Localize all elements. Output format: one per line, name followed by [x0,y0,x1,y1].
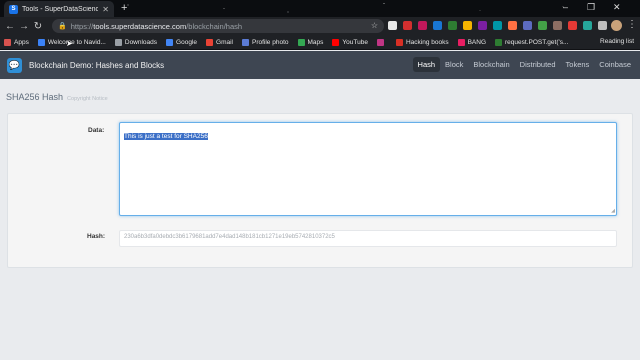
copyright-notice[interactable]: Copyright Notice [67,96,108,102]
bookmark-item[interactable]: BANG [457,38,487,46]
nav-hash[interactable]: Hash [412,57,441,72]
bookmark-item[interactable]: Maps [297,38,324,46]
bookmark-icon [332,38,340,46]
nav-coinbase[interactable]: Coinbase [594,57,636,72]
profile-avatar[interactable] [611,20,622,31]
bookmark-icon [4,38,11,46]
bookmark-item[interactable]: Downloads [114,38,158,46]
extension-icon[interactable] [433,21,442,30]
bookmark-item[interactable]: Profile photo [242,38,289,46]
bookmark-label: Maps [307,38,324,46]
url-protocol: https:// [70,21,94,31]
page-title: SHA256 Hash Copyright Notice [6,92,108,102]
hash-panel: Data: This is just a test for SHA256 ◢ H… [7,113,633,268]
browser-tab[interactable]: S Tools - SuperDataScience ✕ [4,1,114,17]
extension-icon[interactable] [418,21,427,30]
extension-icon[interactable] [523,21,532,30]
bookmark-item[interactable]: Google [166,38,198,46]
nav-tokens[interactable]: Tokens [561,57,595,72]
bookmark-star-icon[interactable]: ☆ [371,21,378,30]
mouse-cursor-icon: ➤ [66,39,73,48]
browser-toolbar: ← → ↻ 🔒 https:// tools.superdatascience.… [0,17,640,35]
extensions-strip [388,21,607,30]
extension-icon[interactable] [538,21,547,30]
bookmark-label: BANG [467,38,487,46]
resize-handle-icon[interactable]: ◢ [611,208,615,214]
bookmark-icon [166,38,174,46]
bookmark-item[interactable]: YouTube [332,38,368,46]
forward-icon[interactable]: → [17,21,31,32]
bookmark-icon [376,38,384,46]
tab-close-icon[interactable]: ✕ [102,5,109,14]
address-bar[interactable]: 🔒 https:// tools.superdatascience.com /b… [52,19,384,33]
nav-block[interactable]: Block [440,57,468,72]
nav-distributed[interactable]: Distributed [515,57,561,72]
back-icon[interactable]: ← [3,21,17,32]
bookmark-icon [37,38,45,46]
extensions-puzzle-icon[interactable] [598,21,607,30]
extension-icon[interactable] [493,21,502,30]
brand-title[interactable]: Blockchain Demo: Hashes and Blocks [29,61,164,70]
reading-list[interactable]: Reading list [600,38,634,45]
data-label: Data: [88,127,105,134]
tab-title: Tools - SuperDataScience [22,5,99,13]
bookmark-icon [114,38,122,46]
close-window-icon[interactable]: ✕ [613,2,621,13]
extension-icon[interactable] [478,21,487,30]
minimize-icon[interactable]: – [563,2,568,12]
new-tab-icon[interactable]: + [121,2,127,14]
extension-icon[interactable] [463,21,472,30]
url-host: tools.superdatascience.com [93,21,187,31]
bookmark-icon [242,38,249,46]
browser-menu-icon[interactable]: ⋮ [627,19,637,30]
bookmark-icon [297,38,305,46]
lock-icon[interactable]: 🔒 [58,22,67,30]
bookmark-label: request.POST.get('s... [505,38,569,46]
bookmark-label: Profile photo [252,38,289,46]
bookmark-icon [206,38,214,46]
hash-label: Hash: [87,233,106,240]
extension-icon[interactable] [553,21,562,30]
bookmark-icon [395,38,403,46]
bookmark-label: Welcome to Navid... [47,38,106,46]
maximize-icon[interactable]: ❐ [587,2,595,13]
data-text-selected: This is just a test for SHA256 [124,133,208,140]
brand-logo-icon[interactable]: 💬 [7,57,22,73]
extension-icon[interactable] [448,21,457,30]
bookmark-label: Google [176,38,198,46]
browser-tab-strip: S Tools - SuperDataScience ✕ + – ❐ ✕ [0,0,640,17]
bookmark-icon [457,38,465,46]
bookmark-label: Apps [14,38,29,46]
bookmark-label: Hacking books [405,38,449,46]
bookmark-item[interactable]: Apps [4,38,29,46]
bookmark-icon [495,38,503,46]
extension-icon[interactable] [388,21,397,30]
bookmark-item[interactable] [376,38,387,46]
app-navbar: 💬 Blockchain Demo: Hashes and Blocks Has… [0,51,640,79]
bookmark-item[interactable]: Hacking books [395,38,449,46]
url-path: /blockchain/hash [186,21,243,31]
tab-favicon-icon: S [9,4,18,14]
extension-icon[interactable] [568,21,577,30]
hash-output[interactable]: 230a6b3dfa0debdc3b6179681add7e4dad148b18… [119,230,617,247]
data-textarea[interactable]: This is just a test for SHA256 ◢ [119,122,617,216]
bookmarks-bar: Apps Welcome to Navid... Downloads Google Gm… [0,35,640,50]
reload-icon[interactable]: ↻ [31,21,45,32]
bookmark-label: YouTube [342,38,368,46]
bookmark-item[interactable]: Gmail [206,38,233,46]
page-title-text: SHA256 Hash [6,92,64,102]
extension-icon[interactable] [583,21,592,30]
nav-links: Hash Block Blockchain Distributed Tokens Coin… [412,57,636,72]
extension-icon[interactable] [403,21,412,30]
bookmark-label: Downloads [124,38,158,46]
bookmark-label: Gmail [216,38,233,46]
bookmark-item[interactable]: request.POST.get('s... [495,38,569,46]
nav-blockchain[interactable]: Blockchain [468,57,514,72]
extension-icon[interactable] [508,21,517,30]
